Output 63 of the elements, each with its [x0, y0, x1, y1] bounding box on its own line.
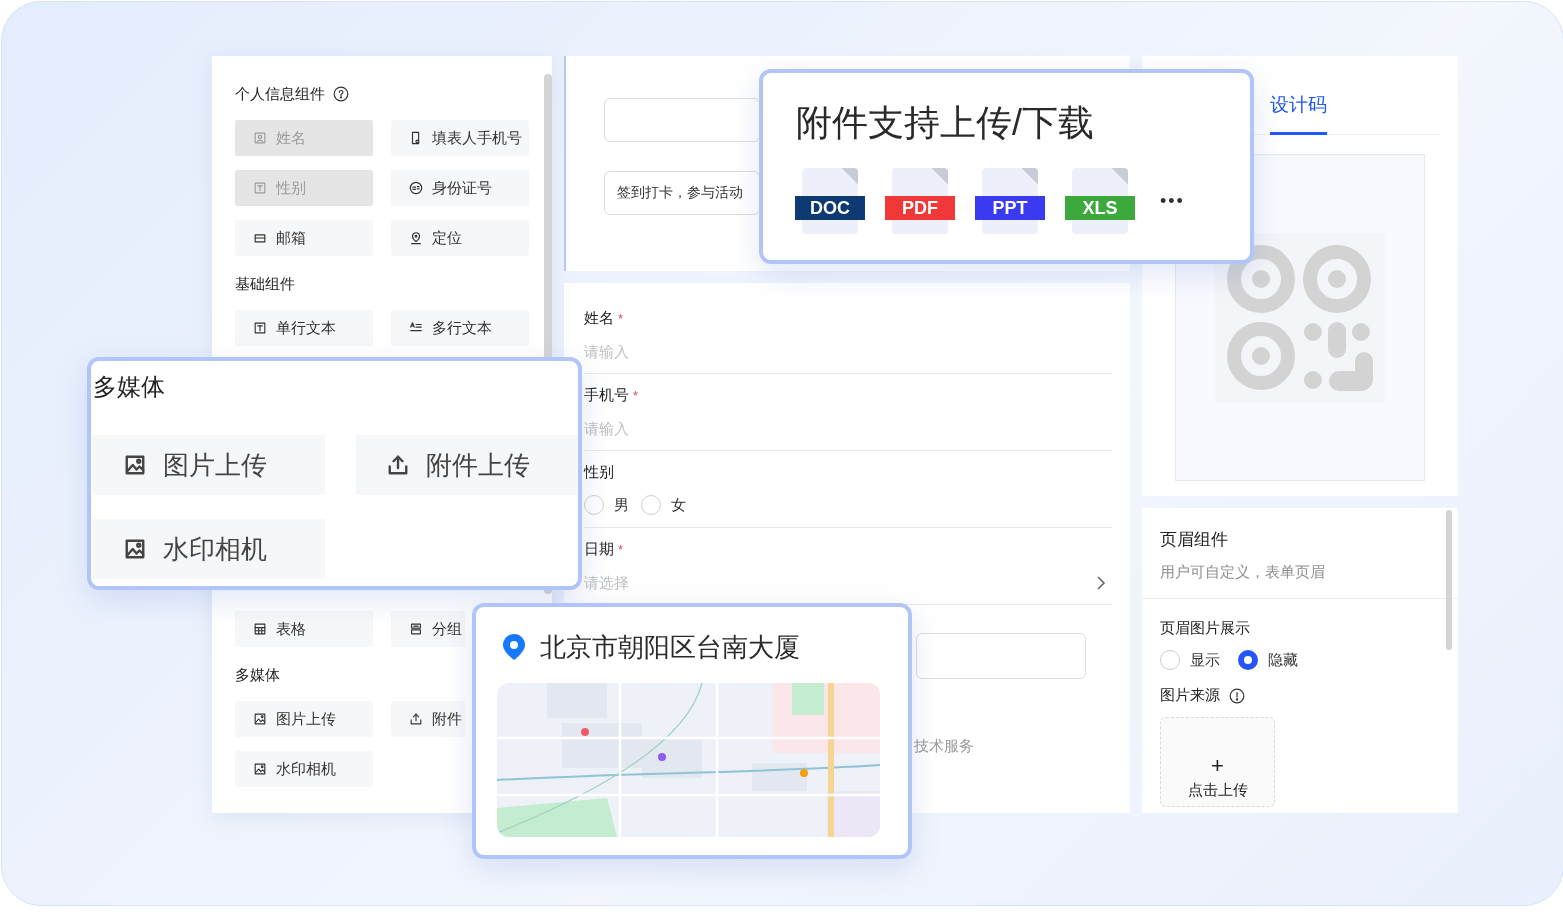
- inbox-icon: [253, 231, 267, 245]
- upload-button[interactable]: + 点击上传: [1160, 717, 1275, 807]
- component-item[interactable]: 多行文本: [391, 310, 529, 346]
- component-item[interactable]: 邮箱: [235, 220, 373, 256]
- section-title: 多媒体: [235, 665, 280, 685]
- chevron-right-icon: [1096, 575, 1106, 591]
- location-pin-icon: [409, 231, 423, 245]
- radio-option[interactable]: 隐藏: [1238, 650, 1298, 670]
- component-item[interactable]: 水印相机: [93, 519, 325, 579]
- component-item[interactable]: 水印相机: [235, 751, 373, 787]
- callout-title: 多媒体: [93, 372, 166, 402]
- required-mark: *: [633, 387, 639, 403]
- help-icon[interactable]: [333, 86, 349, 102]
- component-item[interactable]: 定位: [391, 220, 529, 256]
- field-label: 性别: [584, 462, 614, 482]
- file-type-badge: PDF: [885, 196, 955, 220]
- component-item[interactable]: 表格: [235, 611, 373, 647]
- field-label: 姓名: [584, 308, 614, 328]
- section-title: 个人信息组件: [235, 84, 325, 104]
- info-icon[interactable]: [1229, 687, 1245, 704]
- input-field[interactable]: [916, 633, 1086, 679]
- component-item[interactable]: 图片上传: [235, 701, 373, 737]
- field-label: 日期: [584, 539, 614, 559]
- upload-icon: [386, 453, 410, 477]
- scrollbar[interactable]: [1446, 510, 1452, 650]
- image-icon: [123, 537, 147, 561]
- setting-label: 页眉图片展示: [1160, 619, 1251, 638]
- required-mark: *: [618, 310, 624, 326]
- group-icon: [409, 622, 423, 636]
- radio-option[interactable]: 显示: [1160, 650, 1220, 670]
- text-box-icon: [253, 321, 267, 335]
- field-label: 手机号: [584, 385, 629, 405]
- component-item[interactable]: 单行文本: [235, 310, 373, 346]
- radio-option[interactable]: 女: [641, 495, 686, 515]
- component-item[interactable]: 图片上传: [93, 435, 325, 495]
- text-box-icon: [253, 181, 267, 195]
- component-item[interactable]: 附件上传: [356, 435, 578, 495]
- callout-title: 附件支持上传/下载: [796, 101, 1094, 145]
- section-title: 基础组件: [235, 274, 295, 294]
- person-card-icon: [253, 131, 267, 145]
- file-type-badge: PPT: [975, 196, 1045, 220]
- section-title: 页眉组件: [1160, 529, 1229, 551]
- footer-text: 技术服务: [914, 737, 975, 756]
- file-type-badge: DOC: [795, 196, 865, 220]
- radio-option[interactable]: 男: [584, 495, 629, 515]
- address-text: 北京市朝阳区台南大厦: [540, 630, 800, 664]
- more-icon[interactable]: •••: [1160, 190, 1185, 212]
- required-mark: *: [618, 541, 624, 557]
- image-icon: [123, 453, 147, 477]
- component-item[interactable]: 分组: [391, 611, 465, 647]
- upload-icon: [409, 712, 423, 726]
- section-description: 用户可自定义，表单页眉: [1160, 563, 1326, 582]
- location-pin-icon: [502, 633, 526, 661]
- component-item[interactable]: 身份证号: [391, 170, 529, 206]
- component-item[interactable]: 附件: [391, 701, 465, 737]
- id-card-icon: [409, 181, 423, 195]
- component-item[interactable]: 填表人手机号: [391, 120, 529, 156]
- file-type-badge: XLS: [1065, 196, 1135, 220]
- tab[interactable]: 设计码: [1270, 92, 1327, 135]
- table-icon: [253, 622, 267, 636]
- setting-label: 图片来源: [1160, 686, 1220, 705]
- image-icon: [253, 712, 267, 726]
- image-icon: [253, 762, 267, 776]
